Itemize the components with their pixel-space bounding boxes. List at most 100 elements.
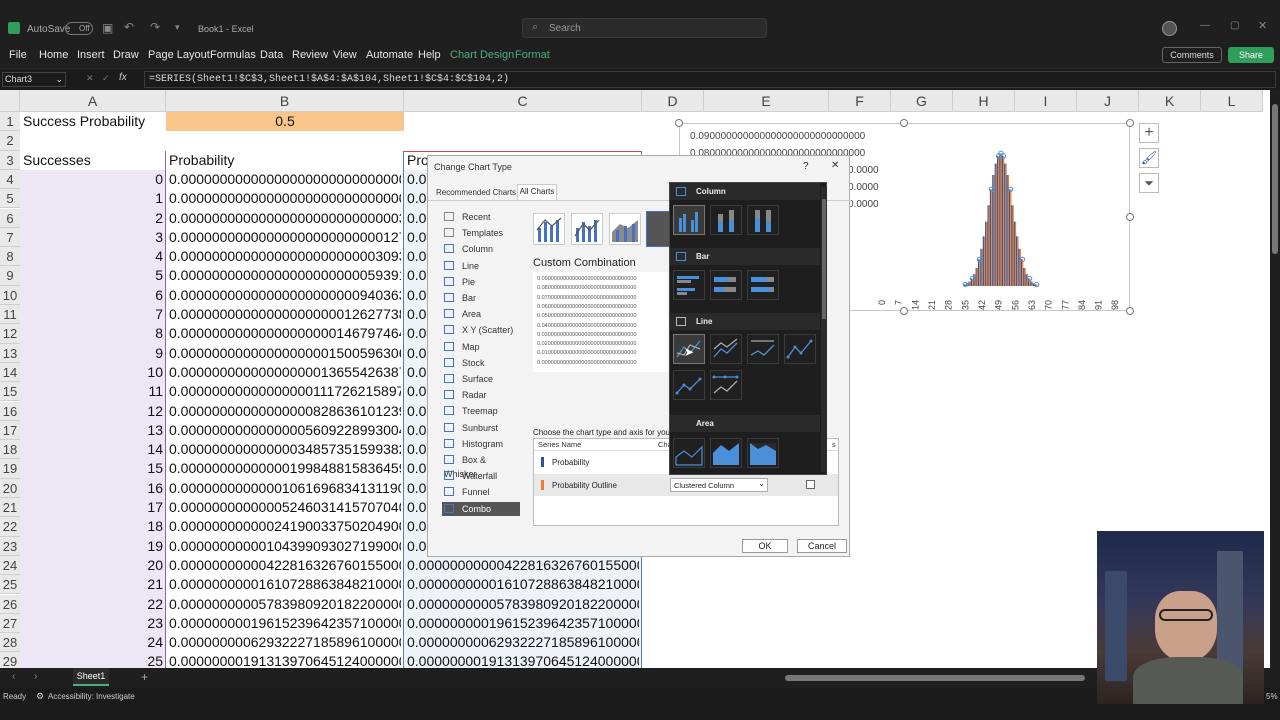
chart-type-radar[interactable]: Radar bbox=[442, 388, 520, 402]
row-header[interactable]: 16 bbox=[0, 401, 20, 421]
undo-icon[interactable]: ↶ bbox=[124, 20, 134, 34]
success-cell[interactable]: 7 bbox=[23, 305, 163, 324]
tab-data[interactable]: Data bbox=[260, 49, 283, 61]
tab-draw[interactable]: Draw bbox=[113, 49, 139, 61]
avatar[interactable] bbox=[1162, 21, 1177, 36]
probability-cell[interactable]: 0.00000000000000000000000000000079 bbox=[169, 189, 401, 208]
add-sheet-button[interactable]: + bbox=[141, 670, 148, 684]
comments-button[interactable]: Comments bbox=[1162, 47, 1222, 63]
row-header[interactable]: 2 bbox=[0, 131, 20, 151]
row-header[interactable]: 13 bbox=[0, 343, 20, 363]
combo-clustered-line-thumb[interactable] bbox=[533, 213, 565, 245]
row-header[interactable]: 6 bbox=[0, 208, 20, 228]
resize-handle[interactable] bbox=[675, 119, 683, 127]
line-with-markers-option[interactable] bbox=[784, 334, 816, 364]
sheet-tab[interactable]: Sheet1 bbox=[73, 668, 109, 686]
cell-b1[interactable]: 0.5 bbox=[166, 112, 404, 131]
probability-cell[interactable]: 0.00000000000000005609228993004080 bbox=[169, 421, 401, 440]
chart-elements-button[interactable]: + bbox=[1139, 123, 1159, 143]
success-cell[interactable]: 13 bbox=[23, 421, 163, 440]
chart-type-combo[interactable]: Combo bbox=[442, 501, 520, 516]
row-header[interactable]: 5 bbox=[0, 189, 20, 209]
row-header[interactable]: 8 bbox=[0, 247, 20, 267]
chart-type-x-y-scatter[interactable]: X Y (Scatter) bbox=[442, 323, 520, 337]
tab-home[interactable]: Home bbox=[39, 49, 68, 61]
success-cell[interactable]: 9 bbox=[23, 344, 163, 363]
probability-cell[interactable]: 0.00000000062932227185896100000000 bbox=[169, 633, 401, 652]
probability-cell[interactable]: 0.00000000000000000000000003093301 bbox=[169, 247, 401, 266]
success-cell[interactable]: 5 bbox=[23, 266, 163, 285]
tab-chart-design[interactable]: Chart Design bbox=[450, 49, 514, 61]
column-header[interactable]: L bbox=[1201, 90, 1263, 112]
chart-type-map[interactable]: Map bbox=[442, 340, 520, 354]
success-cell[interactable]: 21 bbox=[23, 575, 163, 594]
row-header[interactable]: 27 bbox=[0, 613, 20, 634]
outline-cell[interactable]: 0.00000000191313970645124000000000 bbox=[407, 652, 639, 668]
success-cell[interactable]: 17 bbox=[23, 498, 163, 517]
success-cell[interactable]: 1 bbox=[23, 189, 163, 208]
success-cell[interactable]: 15 bbox=[23, 459, 163, 478]
row-header[interactable]: 11 bbox=[0, 305, 20, 325]
success-cell[interactable]: 22 bbox=[23, 595, 163, 614]
chart-type-pie[interactable]: Pie bbox=[442, 275, 520, 289]
outline-cell[interactable]: 0.00000000000422816326760155000000 bbox=[407, 556, 639, 575]
row-header[interactable]: 15 bbox=[0, 382, 20, 402]
chart-type-sunburst[interactable]: Sunburst bbox=[442, 421, 520, 435]
outline-cell[interactable]: 0.00000000001610728863848210000000 bbox=[407, 575, 639, 594]
cell-a3[interactable]: Successes bbox=[23, 151, 163, 170]
100-stacked-line-markers-option[interactable] bbox=[710, 370, 742, 400]
probability-cell[interactable]: 0.00000000000000000000000000003905 bbox=[169, 209, 401, 228]
combo-secondary-axis-thumb[interactable] bbox=[571, 213, 603, 245]
probability-cell[interactable]: 0.00000000000000000013655426387463 bbox=[169, 363, 401, 382]
share-button[interactable]: Share bbox=[1228, 47, 1274, 63]
tab-format[interactable]: Format bbox=[515, 49, 550, 61]
stacked-bar-option[interactable] bbox=[710, 270, 742, 300]
row-header[interactable]: 28 bbox=[0, 633, 20, 653]
clustered-column-option[interactable] bbox=[673, 205, 705, 235]
success-cell[interactable]: 6 bbox=[23, 286, 163, 305]
success-cell[interactable]: 19 bbox=[23, 537, 163, 556]
success-cell[interactable]: 11 bbox=[23, 382, 163, 401]
outline-cell[interactable]: 0.00000000062932227185896100000000 bbox=[407, 633, 639, 652]
cancel-entry-icon[interactable]: ✕ bbox=[86, 73, 94, 84]
probability-cell[interactable]: 0.00000000000104399093027199000000 bbox=[169, 537, 401, 556]
chart-type-treemap[interactable]: Treemap bbox=[442, 404, 520, 418]
scroll-left-icon[interactable]: ‹ bbox=[12, 671, 15, 682]
chart-filters-button[interactable]: ⏷ bbox=[1139, 173, 1159, 193]
select-all-corner[interactable] bbox=[0, 90, 20, 112]
probability-cell[interactable]: 0.00000000000000000000000000127559 bbox=[169, 228, 401, 247]
combo-stacked-area-thumb[interactable] bbox=[609, 213, 641, 245]
tab-automate[interactable]: Automate bbox=[366, 49, 413, 61]
success-cell[interactable]: 2 bbox=[23, 209, 163, 228]
probability-cell[interactable]: 0.00000000000000000000146797464748 bbox=[169, 324, 401, 343]
probability-cell[interactable]: 0.00000000000000199848815836459000 bbox=[169, 459, 401, 478]
row-header[interactable]: 26 bbox=[0, 594, 20, 614]
column-header[interactable]: K bbox=[1139, 90, 1201, 112]
chart-type-line[interactable]: Line bbox=[442, 259, 520, 273]
cell-a1[interactable]: Success Probability bbox=[23, 112, 163, 131]
outline-cell[interactable]: 0.00000000019615239642357100000000 bbox=[407, 614, 639, 633]
probability-cell[interactable]: 0.00000000000422816326760155000000 bbox=[169, 556, 401, 575]
clustered-bar-option[interactable] bbox=[673, 270, 705, 300]
success-cell[interactable]: 23 bbox=[23, 614, 163, 633]
row-header[interactable]: 7 bbox=[0, 227, 20, 248]
success-cell[interactable]: 25 bbox=[23, 652, 163, 668]
chart-type-box-whisker[interactable]: Box & Whisker bbox=[442, 453, 520, 479]
row-header[interactable]: 17 bbox=[0, 420, 20, 441]
probability-cell[interactable]: 0.00000000005783980920182200000000 bbox=[169, 595, 401, 614]
row-header[interactable]: 3 bbox=[0, 150, 20, 170]
probability-cell[interactable]: 0.00000000000000000000012627738903 bbox=[169, 305, 401, 324]
vertical-scrollbar[interactable] bbox=[1270, 90, 1280, 668]
success-cell[interactable]: 16 bbox=[23, 479, 163, 498]
resize-handle[interactable] bbox=[900, 119, 908, 127]
probability-cell[interactable]: 0.00000000000000000001500596306315 bbox=[169, 344, 401, 363]
stacked-line-markers-option[interactable] bbox=[673, 370, 705, 400]
save-icon[interactable]: ▣ bbox=[102, 21, 113, 35]
chart-styles-button[interactable]: 🖌 bbox=[1139, 148, 1159, 168]
tab-page-layout[interactable]: Page Layout bbox=[148, 49, 210, 61]
tab-recommended-charts[interactable]: Recommended Charts bbox=[436, 188, 516, 197]
row-header[interactable]: 22 bbox=[0, 517, 20, 537]
success-cell[interactable]: 14 bbox=[23, 440, 163, 459]
success-cell[interactable]: 20 bbox=[23, 556, 163, 575]
column-header[interactable]: C bbox=[404, 90, 642, 112]
